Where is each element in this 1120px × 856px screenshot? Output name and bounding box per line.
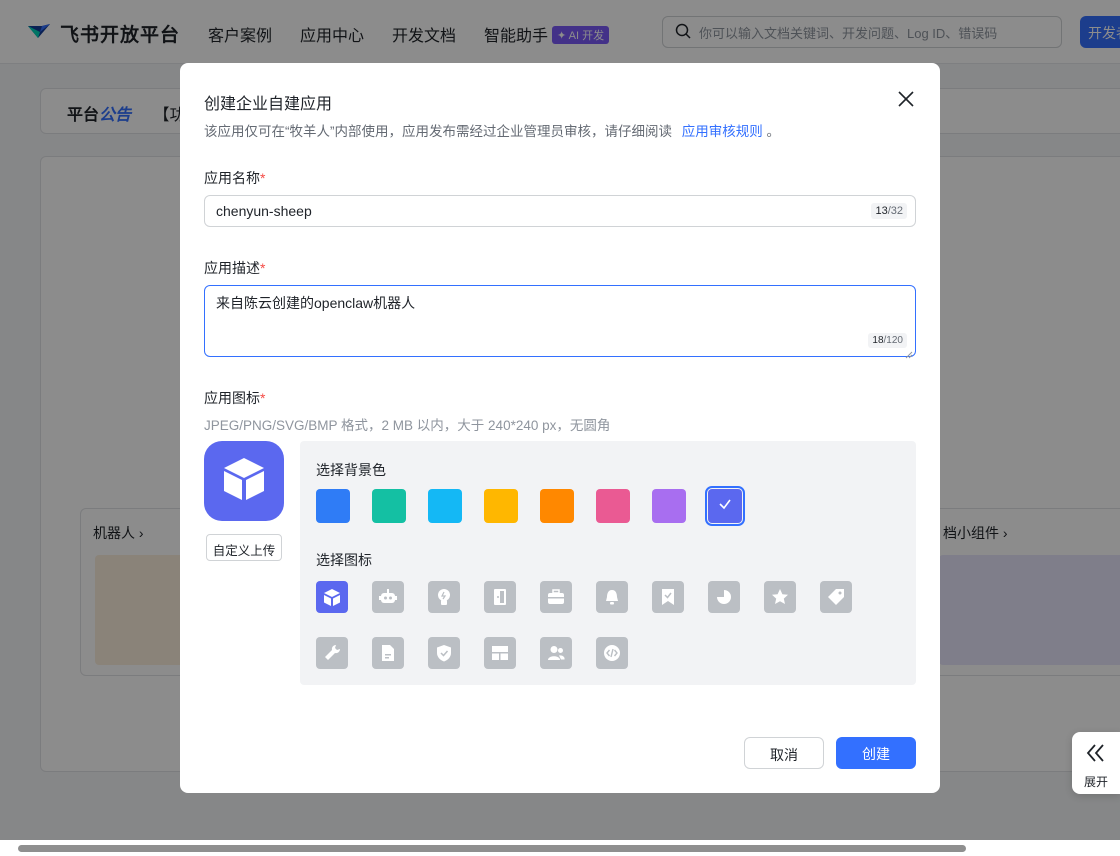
door-icon [490,587,510,607]
icon-option[interactable] [596,581,628,613]
dialog-description-text: 该应用仅可在“牧羊人”内部使用，应用发布需经过企业管理员审核，请仔细阅读 [204,124,672,139]
app-name-label: 应用名称* [204,168,265,188]
custom-upload-button[interactable]: 自定义上传 [206,534,282,561]
star-icon [770,587,790,607]
icon-option[interactable] [764,581,796,613]
layout-icon [490,643,510,663]
required-mark: * [260,170,266,186]
cancel-button[interactable]: 取消 [744,737,824,769]
icon-option[interactable] [372,581,404,613]
tag-icon [826,587,846,607]
icon-option[interactable] [540,581,572,613]
wrench-icon [322,643,342,663]
pie-chart-icon [714,587,734,607]
app-desc-textarea[interactable]: 来自陈云创建的openclaw机器人 18/120 [204,285,916,359]
color-swatch[interactable] [652,489,686,523]
double-chevron-left-icon [1086,742,1106,769]
document-icon [378,643,398,663]
check-icon [718,497,732,516]
color-swatch[interactable] [596,489,630,523]
cube-icon [219,454,269,509]
icon-option[interactable] [428,581,460,613]
app-desc-count: 18 [872,335,884,346]
icon-option[interactable] [708,581,740,613]
icon-option[interactable] [820,581,852,613]
bookmark-check-icon [658,587,678,607]
lightbulb-icon [434,587,454,607]
color-swatch[interactable] [372,489,406,523]
app-name-count: 13 [875,205,888,217]
shield-check-icon [434,643,454,663]
create-app-dialog: 创建企业自建应用 该应用仅可在“牧羊人”内部使用，应用发布需经过企业管理员审核，… [180,63,940,793]
expand-label: 展开 [1083,775,1108,789]
app-desc-counter: 18/120 [868,333,907,348]
app-name-input[interactable]: chenyun-sheep 13/32 [204,195,916,227]
icon-format-hint: JPEG/PNG/SVG/BMP 格式，2 MB 以内，大于 240*240 p… [204,418,611,433]
app-icon-label: 应用图标* [204,388,265,408]
dialog-description: 该应用仅可在“牧羊人”内部使用，应用发布需经过企业管理员审核，请仔细阅读 应用审… [204,120,780,140]
create-button[interactable]: 创建 [836,737,916,769]
app-desc-label: 应用描述* [204,258,265,278]
dialog-title: 创建企业自建应用 [204,96,333,113]
users-icon [546,643,566,663]
app-desc-label-text: 应用描述 [204,260,260,276]
color-swatch[interactable] [428,489,462,523]
icon-picker-panel: 选择背景色 选择图标 [300,441,916,685]
color-swatch[interactable] [316,489,350,523]
icon-option[interactable] [652,581,684,613]
expand-panel-button[interactable]: 展开 [1072,732,1120,794]
required-mark: * [260,390,266,406]
code-icon [602,643,622,663]
bell-icon [602,587,622,607]
color-swatch[interactable] [484,489,518,523]
resize-handle-icon[interactable] [905,346,913,359]
icon-select-label: 选择图标 [316,552,372,568]
icon-option[interactable] [372,637,404,669]
bg-color-label: 选择背景色 [316,462,386,478]
app-name-label-text: 应用名称 [204,170,260,186]
app-icon-preview [204,441,284,521]
required-mark: * [260,260,266,276]
app-name-max: /32 [887,205,903,217]
app-icon-label-text: 应用图标 [204,390,260,406]
icon-option[interactable] [316,581,348,613]
horizontal-scrollbar[interactable] [0,840,1120,856]
color-swatch[interactable] [705,486,745,526]
icon-option[interactable] [540,637,572,669]
scrollbar-thumb[interactable] [18,845,966,852]
icon-option[interactable] [316,637,348,669]
close-icon[interactable] [896,89,916,109]
color-swatch[interactable] [540,489,574,523]
app-name-value: chenyun-sheep [216,203,312,219]
review-rules-link[interactable]: 应用审核规则 [682,124,763,139]
icon-option[interactable] [428,637,460,669]
robot-icon [378,587,398,607]
icon-option[interactable] [484,581,516,613]
app-name-counter: 13/32 [871,203,907,219]
app-desc-value: 来自陈云创建的openclaw机器人 [216,295,416,311]
cube-icon [322,587,342,607]
icon-option[interactable] [484,637,516,669]
dialog-description-end: 。 [766,124,781,139]
briefcase-icon [546,587,566,607]
app-desc-max: /120 [883,335,903,346]
icon-option[interactable] [596,637,628,669]
